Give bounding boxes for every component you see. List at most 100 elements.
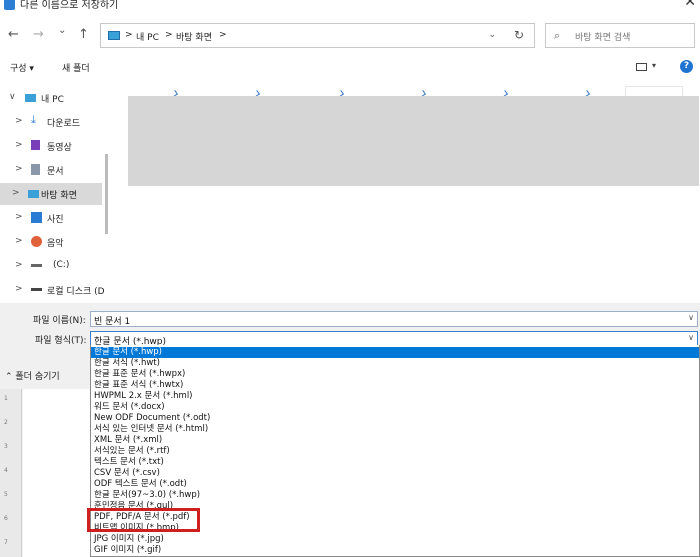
expand-chevron-icon[interactable]: > — [15, 116, 23, 126]
pdf-highlight-box — [87, 508, 200, 532]
filetype-option[interactable]: 한글 표준 문서 (*.hwpx) — [91, 369, 699, 380]
drive-icon — [31, 264, 42, 267]
download-icon: ⤓ — [31, 113, 36, 126]
filetype-option-label: 한글 표준 서식 (*.hwtx) — [94, 380, 184, 390]
sidebar-item-music[interactable]: > 음악 — [6, 231, 108, 253]
sidebar-item-label: 내 PC — [41, 95, 64, 105]
expand-chevron-icon[interactable]: > — [12, 188, 20, 198]
filetype-option[interactable]: XML 문서 (*.xml) — [91, 435, 699, 446]
filetype-option[interactable]: New ODF Document (*.odt) — [91, 413, 699, 424]
filetype-option[interactable]: 텍스트 문서 (*.txt) — [91, 457, 699, 468]
view-options-icon[interactable] — [636, 63, 647, 71]
breadcrumb-separator: > — [219, 30, 227, 40]
filetype-option-label: 워드 문서 (*.docx) — [94, 402, 165, 412]
filetype-option-label: 서식 있는 인터넷 문서 (*.html) — [94, 424, 209, 434]
sidebar-scrollbar[interactable] — [105, 154, 108, 234]
chevron-down-icon[interactable]: ∨ — [688, 313, 694, 322]
back-arrow-icon[interactable]: ← — [8, 27, 19, 42]
filetype-option-label: CSV 문서 (*.csv) — [94, 468, 160, 478]
expand-chevron-icon[interactable]: > — [15, 284, 23, 294]
music-icon — [31, 236, 42, 247]
filetype-option-label: New ODF Document (*.odt) — [94, 413, 211, 423]
expand-chevron-icon[interactable]: > — [15, 140, 23, 150]
expand-chevron-icon[interactable]: > — [15, 212, 23, 222]
expand-chevron-icon[interactable]: > — [15, 260, 23, 270]
sidebar-item-label: 다운로드 — [47, 119, 81, 129]
filetype-option-label: 텍스트 문서 (*.txt) — [94, 457, 164, 467]
column-header[interactable] — [625, 86, 683, 96]
expand-chevron-icon[interactable]: > — [15, 164, 23, 174]
up-arrow-icon[interactable]: ↑ — [78, 27, 89, 42]
address-dropdown-icon[interactable]: ⌄ — [488, 30, 496, 40]
hide-folders-panel: ⌃ 폴더 숨기기 1 2 3 4 5 6 7 — [0, 359, 90, 557]
document-icon — [31, 164, 40, 175]
title-bar: 다른 이름으로 저장하기 ✕ — [0, 0, 700, 16]
picture-icon — [31, 212, 42, 223]
filetype-option[interactable]: ODF 텍스트 문서 (*.odt) — [91, 479, 699, 490]
address-bar[interactable]: > 내 PC > 바탕 화면 > ⌄ ↻ — [100, 23, 535, 48]
pc-icon — [108, 31, 120, 40]
ruler-mark: 5 — [4, 491, 8, 498]
filetype-option[interactable]: HWPML 2.x 문서 (*.hml) — [91, 391, 699, 402]
sidebar-item-label: 음악 — [47, 239, 64, 249]
chevron-down-icon[interactable]: ∨ — [688, 333, 694, 342]
sidebar-item-label: 문서 — [47, 167, 64, 177]
filetype-option-label: GIF 이미지 (*.gif) — [94, 545, 162, 555]
sidebar-item-desktop[interactable]: > 바탕 화면 — [0, 183, 102, 205]
view-dropdown-icon[interactable]: ▾ — [652, 61, 656, 70]
window-title: 다른 이름으로 저장하기 — [20, 0, 119, 11]
search-box[interactable]: ⌕ 바탕 화면 검색 — [545, 23, 695, 48]
breadcrumb-separator: > — [125, 30, 133, 40]
filetype-label: 파일 형식(T): — [35, 336, 87, 346]
ruler-mark: 2 — [4, 419, 8, 426]
sidebar-item-pictures[interactable]: > 사진 — [6, 207, 108, 229]
sidebar-item-documents[interactable]: > 문서 — [6, 159, 108, 181]
filetype-option-label: ODF 텍스트 문서 (*.odt) — [94, 479, 187, 489]
forward-arrow-icon[interactable]: → — [33, 27, 44, 42]
ruler-strip: 1 2 3 4 5 6 7 — [0, 389, 22, 557]
expand-chevron-icon[interactable]: > — [15, 236, 23, 246]
filetype-option[interactable]: 한글 문서 (*.hwp) — [91, 347, 699, 358]
filetype-option[interactable]: JPG 이미지 (*.jpg) — [91, 534, 699, 545]
search-placeholder: 바탕 화면 검색 — [575, 33, 631, 43]
sidebar-item-downloads[interactable]: > ⤓ 다운로드 — [6, 111, 108, 133]
filetype-option-label: 한글 서식 (*.hwt) — [94, 358, 160, 368]
toolbar: 구성 ▾ 새 폴더 ▾ ? — [0, 56, 700, 78]
refresh-icon[interactable]: ↻ — [514, 28, 524, 42]
ruler-mark: 1 — [4, 395, 8, 402]
expand-chevron-icon[interactable]: ∨ — [9, 92, 16, 102]
recent-locations-icon[interactable]: ⌄ — [58, 25, 66, 36]
ruler-mark: 7 — [4, 539, 8, 546]
pc-icon — [25, 94, 36, 102]
file-list-area[interactable] — [112, 84, 700, 300]
hide-folders-button[interactable]: ⌃ 폴더 숨기기 — [5, 369, 60, 382]
sidebar-item-label: (C:) — [53, 260, 70, 270]
desktop-icon — [28, 190, 39, 198]
filename-field[interactable]: 빈 문서 1 ∨ — [90, 311, 698, 327]
ruler-mark: 4 — [4, 467, 8, 474]
sidebar-item-videos[interactable]: > 동영상 — [6, 135, 108, 157]
new-folder-button[interactable]: 새 폴더 — [62, 61, 90, 74]
filetype-option[interactable]: 한글 문서(97~3.0) (*.hwp) — [91, 490, 699, 501]
filetype-option[interactable]: 워드 문서 (*.docx) — [91, 402, 699, 413]
ruler-mark: 6 — [4, 515, 8, 522]
sidebar-item-local-disk-d[interactable]: > 로컬 디스크 (D — [6, 279, 108, 301]
filetype-option[interactable]: 한글 표준 서식 (*.hwtx) — [91, 380, 699, 391]
sidebar-item-drive-c[interactable]: > (C:) — [6, 255, 108, 277]
filetype-option[interactable]: 서식있는 문서 (*.rtf) — [91, 446, 699, 457]
organize-button[interactable]: 구성 ▾ — [10, 61, 34, 74]
sidebar-item-my-pc[interactable]: ∨ 내 PC — [0, 87, 102, 109]
sidebar-item-label: 바탕 화면 — [41, 191, 77, 201]
breadcrumb-desktop[interactable]: 바탕 화면 — [176, 30, 212, 43]
search-icon: ⌕ — [554, 29, 561, 42]
filename-value: 빈 문서 1 — [94, 317, 131, 327]
breadcrumb-my-pc[interactable]: 내 PC — [136, 30, 159, 43]
filetype-option[interactable]: 한글 서식 (*.hwt) — [91, 358, 699, 369]
help-icon[interactable]: ? — [680, 60, 693, 73]
filetype-option[interactable]: CSV 문서 (*.csv) — [91, 468, 699, 479]
close-icon[interactable]: ✕ — [684, 0, 696, 10]
filetype-option[interactable]: 서식 있는 인터넷 문서 (*.html) — [91, 424, 699, 435]
filetype-option[interactable]: GIF 이미지 (*.gif) — [91, 545, 699, 556]
document-preview — [23, 389, 90, 557]
navigation-pane: ∨ 내 PC > ⤓ 다운로드 > 동영상 > 문서 > 바탕 화면 > 사진 … — [0, 84, 112, 300]
